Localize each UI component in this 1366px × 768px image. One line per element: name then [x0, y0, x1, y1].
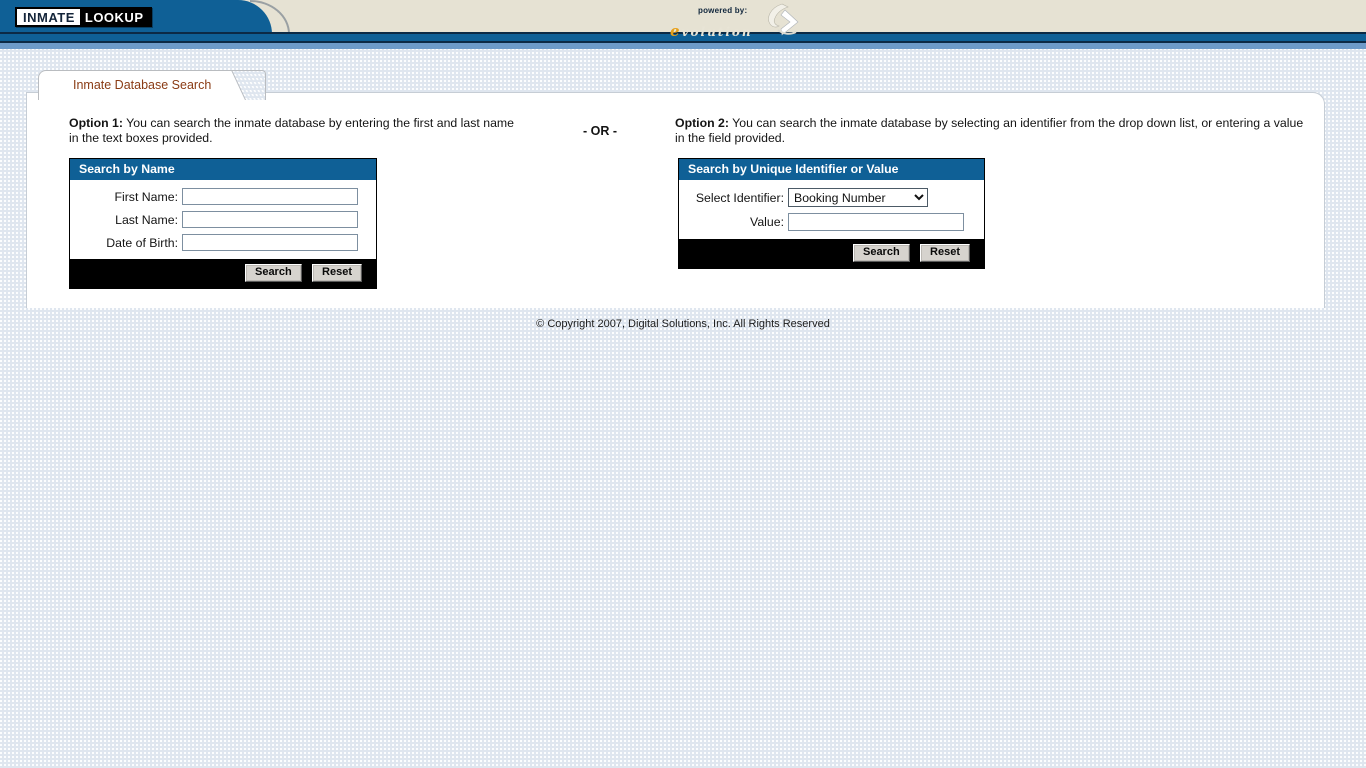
logo-text-lookup: LOOKUP — [80, 9, 150, 25]
swoosh-icon — [752, 2, 802, 40]
last-name-input[interactable] — [182, 211, 358, 228]
name-reset-button[interactable]: Reset — [312, 264, 362, 282]
option1-description: Option 1: You can search the inmate data… — [69, 116, 521, 146]
tab-inmate-database-search[interactable]: Inmate Database Search — [38, 70, 266, 100]
evolution-wordmark: evolution — [670, 22, 753, 40]
search-by-identifier-body: Select Identifier: Booking Number Value: — [679, 180, 984, 239]
identifier-search-button[interactable]: Search — [853, 244, 910, 262]
logo-text-inmate: INMATE — [17, 9, 80, 25]
value-input[interactable] — [788, 213, 964, 231]
select-identifier-dropdown[interactable]: Booking Number — [788, 188, 928, 207]
identifier-reset-button[interactable]: Reset — [920, 244, 970, 262]
search-by-name-title: Search by Name — [70, 159, 376, 180]
tab-label: Inmate Database Search — [73, 78, 211, 92]
option1-label: Option 1: — [69, 116, 123, 130]
site-header: INMATE LOOKUP powered by: evolution — [0, 0, 1366, 49]
option2-body: You can search the inmate database by se… — [675, 116, 1303, 145]
powered-by-evolution-logo: powered by: evolution — [660, 0, 860, 41]
copyright-text: © Copyright 2007, Digital Solutions, Inc… — [0, 318, 1366, 330]
last-name-label: Last Name: — [70, 213, 182, 227]
evolution-initial: e — [670, 22, 682, 40]
search-by-name-body: First Name: Last Name: Date of Birth: — [70, 180, 376, 259]
option2-description: Option 2: You can search the inmate data… — [675, 116, 1315, 146]
first-name-label: First Name: — [70, 190, 182, 204]
search-by-identifier-title: Search by Unique Identifier or Value — [679, 159, 984, 180]
last-name-row: Last Name: — [70, 211, 376, 228]
value-row: Value: — [679, 213, 984, 231]
date-of-birth-row: Date of Birth: — [70, 234, 376, 251]
evolution-rest: volution — [682, 25, 753, 39]
date-of-birth-label: Date of Birth: — [70, 236, 182, 250]
option2-label: Option 2: — [675, 116, 729, 130]
header-light-blue-band — [0, 43, 1366, 49]
select-identifier-label: Select Identifier: — [679, 191, 788, 205]
inmate-lookup-logo[interactable]: INMATE LOOKUP — [15, 7, 152, 27]
content-panel: Option 1: You can search the inmate data… — [26, 92, 1325, 308]
search-by-identifier-panel: Search by Unique Identifier or Value Sel… — [678, 158, 985, 269]
first-name-row: First Name: — [70, 188, 376, 205]
or-divider: - OR - — [583, 124, 617, 138]
value-label: Value: — [679, 215, 788, 229]
search-by-identifier-footer: Search Reset — [679, 239, 984, 268]
date-of-birth-input[interactable] — [182, 234, 358, 251]
tab-angled-edge — [231, 70, 266, 100]
search-by-name-panel: Search by Name First Name: Last Name: Da… — [69, 158, 377, 289]
first-name-input[interactable] — [182, 188, 358, 205]
option1-body: You can search the inmate database by en… — [69, 116, 514, 145]
search-by-name-footer: Search Reset — [70, 259, 376, 288]
name-search-button[interactable]: Search — [245, 264, 302, 282]
select-identifier-row: Select Identifier: Booking Number — [679, 188, 984, 207]
powered-by-label: powered by: — [698, 6, 747, 15]
